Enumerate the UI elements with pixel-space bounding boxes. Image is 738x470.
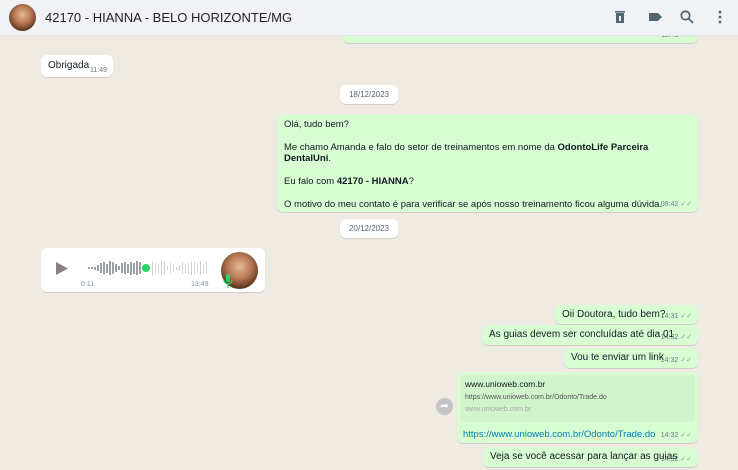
waveform-bar: [94, 266, 96, 270]
date-separator: 20/12/2023: [340, 219, 398, 238]
audio-waveform[interactable]: [88, 260, 207, 276]
waveform-bar: [91, 267, 93, 269]
message-time: 14:31: [660, 313, 679, 320]
waveform-bar: [196, 263, 198, 273]
message-line: Me chamo Amanda e falo do setor de trein…: [284, 142, 649, 164]
audio-message[interactable]: 0:11 13:49: [41, 248, 265, 292]
waveform-bar: [178, 265, 180, 271]
double-check-icon: ✓✓: [680, 456, 692, 463]
message-text: Veja se você acessar para lançar as guia…: [490, 451, 678, 462]
message-text: As guias devem ser concluídas até dia 01: [489, 329, 675, 340]
message-text: Obrigada: [48, 60, 90, 71]
audio-elapsed: 0:11: [81, 281, 95, 288]
waveform-bar: [172, 264, 174, 272]
message-time: 14:32: [660, 432, 679, 439]
waveform-bar: [139, 262, 141, 274]
waveform-bar: [121, 263, 123, 273]
message-text: Oii Doutora, tudo bem?: [562, 309, 666, 320]
menu-icon[interactable]: [712, 9, 728, 25]
waveform-bar: [103, 262, 105, 274]
message-line: O motivo do meu contato é para verificar…: [284, 199, 663, 210]
message-obrigada[interactable]: Obrigada 11:49: [41, 55, 113, 77]
message[interactable]: Oii Doutora, tudo bem? 14:31 ✓✓: [555, 305, 698, 324]
double-check-icon: ✓✓: [680, 432, 692, 439]
link-preview-domain: www.unioweb.com.br: [465, 406, 532, 413]
waveform-bar: [166, 266, 168, 270]
message-time: 14:32: [660, 357, 679, 364]
waveform-bar: [151, 261, 153, 275]
message[interactable]: Vou te enviar um link 14:32 ✓✓: [564, 348, 698, 368]
message-line: Olá, tudo bem?: [284, 119, 349, 130]
waveform-bar: [133, 262, 135, 274]
waveform-bar: [154, 263, 156, 273]
waveform-bar: [193, 262, 195, 274]
waveform-bar: [106, 263, 108, 273]
date-separator: 18/12/2023: [340, 85, 398, 104]
contact-avatar[interactable]: [9, 4, 36, 31]
waveform-bar: [118, 266, 120, 270]
waveform-bar: [184, 263, 186, 273]
play-icon[interactable]: [55, 261, 69, 276]
double-check-icon: ✓✓: [680, 201, 692, 208]
double-check-icon: ✓✓: [680, 334, 692, 341]
waveform-bar: [124, 262, 126, 274]
waveform-bar: [202, 263, 204, 273]
waveform-bar: [181, 262, 183, 274]
forward-icon[interactable]: ➦: [436, 398, 453, 415]
waveform-bar: [169, 263, 171, 273]
chat-header: 42170 - HIANNA - BELO HORIZONTE/MG: [0, 0, 738, 36]
message-time: 14:32: [660, 334, 679, 341]
message[interactable]: As guias devem ser concluídas até dia 01…: [482, 325, 698, 345]
message-text: Vou te enviar um link: [571, 352, 664, 363]
waveform-bar: [130, 261, 132, 275]
double-check-icon: ✓✓: [680, 313, 692, 320]
waveform-bar: [127, 263, 129, 273]
waveform-bar: [97, 265, 99, 271]
link-preview-title: www.unioweb.com.br: [465, 379, 546, 389]
waveform-bar: [175, 266, 177, 270]
double-check-icon: ✓✓: [680, 357, 692, 364]
message[interactable]: Veja se você acessar para lançar as guia…: [483, 447, 698, 467]
waveform-bar: [199, 261, 201, 275]
waveform-bar: [115, 264, 117, 272]
message-time: 13:49: [191, 281, 209, 288]
message-line: Eu falo com 42170 - HIANNA?: [284, 176, 414, 187]
message-time: 08:42: [660, 201, 679, 208]
waveform-bar: [187, 262, 189, 274]
waveform-bar: [190, 261, 192, 275]
waveform-bar: [163, 262, 165, 274]
link-preview[interactable]: www.unioweb.com.br https://www.unioweb.c…: [460, 375, 695, 422]
audio-progress-handle[interactable]: [142, 264, 150, 272]
label-icon[interactable]: [647, 9, 663, 25]
waveform-bar: [88, 267, 90, 269]
waveform-bar: [109, 261, 111, 275]
trash-icon[interactable]: [612, 9, 628, 25]
link-message[interactable]: www.unioweb.com.br https://www.unioweb.c…: [457, 372, 698, 443]
message-intro[interactable]: Olá, tudo bem? Me chamo Amanda e falo do…: [277, 114, 698, 212]
message-time: 11:49: [90, 67, 107, 74]
waveform-bar: [112, 262, 114, 274]
waveform-bar: [136, 261, 138, 275]
waveform-bar: [100, 263, 102, 273]
search-icon[interactable]: [679, 9, 695, 25]
contact-title[interactable]: 42170 - HIANNA - BELO HORIZONTE/MG: [45, 10, 292, 25]
waveform-bar: [160, 261, 162, 275]
message-time: 14:32: [660, 456, 679, 463]
link-preview-url: https://www.unioweb.com.br/Odonto/Trade.…: [465, 394, 607, 401]
waveform-bar: [205, 262, 207, 274]
waveform-bar: [157, 263, 159, 273]
mic-icon: [223, 274, 233, 288]
